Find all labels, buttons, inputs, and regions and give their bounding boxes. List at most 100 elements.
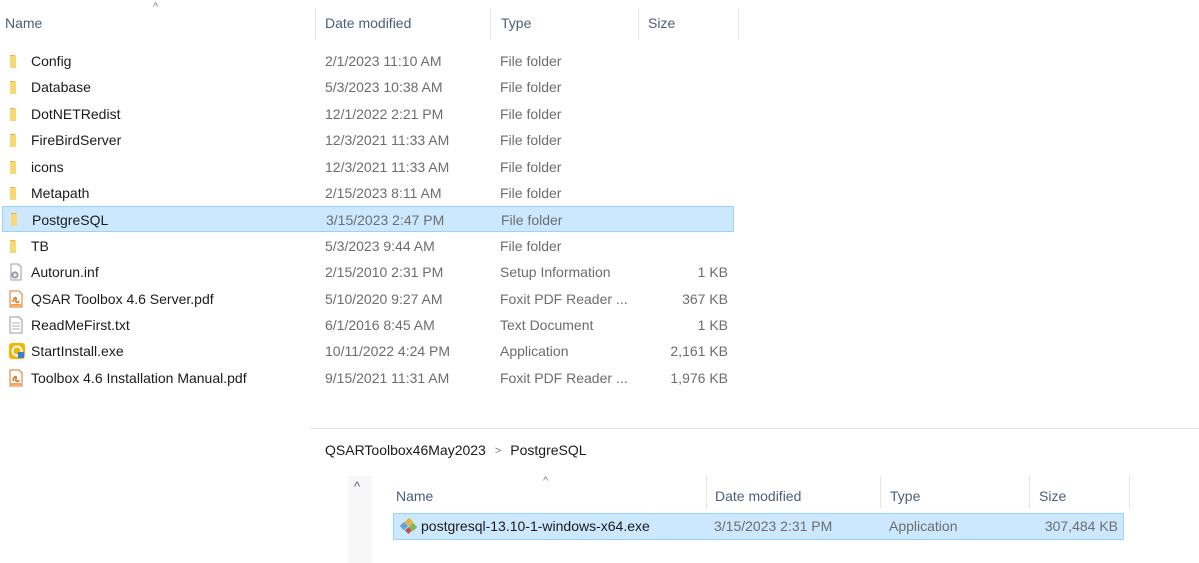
folder-icon	[8, 105, 24, 123]
file-date-modified: 12/1/2022 2:21 PM	[325, 105, 444, 122]
folder-icon	[9, 210, 25, 228]
column-divider[interactable]	[490, 8, 491, 40]
file-size: 1 KB	[697, 317, 728, 333]
setup-info-icon	[8, 263, 24, 281]
file-row[interactable]: TB 5/3/2023 9:44 AM File folder	[0, 233, 734, 259]
folder-icon	[8, 131, 24, 149]
folder-icon	[8, 184, 24, 202]
file-row[interactable]: icons 12/3/2021 11:33 AM File folder	[0, 154, 734, 180]
file-row[interactable]: Toolbox 4.6 Installation Manual.pdf 9/15/…	[0, 365, 734, 391]
column-divider[interactable]	[315, 8, 316, 40]
column-header-size[interactable]: Size	[648, 0, 675, 40]
column-header-name[interactable]: Name	[5, 0, 42, 40]
file-type: File folder	[500, 158, 562, 175]
file-date-modified: 2/15/2023 8:11 AM	[325, 185, 442, 201]
file-type: Application	[500, 343, 569, 360]
column-header-date-modified[interactable]: Date modified	[715, 476, 801, 516]
pdf-icon	[8, 369, 24, 387]
file-type: Foxit PDF Reader ...	[500, 290, 628, 307]
file-row[interactable]: Config 2/1/2023 11:10 AM File folder	[0, 48, 734, 74]
text-document-icon	[8, 316, 24, 334]
file-type: File folder	[500, 185, 562, 201]
breadcrumb-chevron-icon[interactable]: >	[495, 441, 501, 461]
file-name: Config	[31, 53, 72, 69]
file-date-modified: 12/3/2021 11:33 AM	[325, 158, 450, 175]
file-row[interactable]: StartInstall.exe 10/11/2022 4:24 PM Applic…	[0, 338, 734, 364]
column-header-type[interactable]: Type	[890, 476, 920, 516]
file-name: ReadMeFirst.txt	[31, 317, 130, 333]
file-size: 307,484 KB	[1044, 518, 1118, 534]
file-name: Autorun.inf	[31, 264, 99, 281]
column-divider[interactable]	[738, 8, 739, 40]
file-name: icons	[31, 158, 64, 175]
file-date-modified: 5/10/2020 9:27 AM	[325, 290, 443, 307]
file-date-modified: 5/3/2023 9:44 AM	[325, 237, 435, 254]
column-header-type[interactable]: Type	[501, 0, 531, 40]
file-type: File folder	[500, 237, 562, 254]
file-list-pane: ^ Name Date modified Type Size Config 2/1…	[0, 0, 740, 400]
file-row[interactable]: ReadMeFirst.txt 6/1/2016 8:45 AM Text Docu…	[0, 312, 734, 338]
file-date-modified: 2/1/2023 11:10 AM	[325, 53, 442, 69]
breadcrumb-item-current[interactable]: PostgreSQL	[510, 442, 586, 458]
file-row-selected[interactable]: postgresql-13.10-1-windows-x64.exe 3/15/…	[393, 513, 1124, 540]
column-header-name[interactable]: Name	[396, 476, 433, 516]
file-type: File folder	[500, 53, 562, 69]
file-date-modified: 2/15/2010 2:31 PM	[325, 264, 444, 281]
file-type: File folder	[501, 212, 563, 229]
file-row[interactable]: Database 5/3/2023 10:38 AM File folder	[0, 74, 734, 100]
file-row[interactable]: FireBirdServer 12/3/2021 11:33 AM File fol…	[0, 127, 734, 153]
file-row[interactable]: Metapath 2/15/2023 8:11 AM File folder	[0, 180, 734, 206]
column-header-size[interactable]: Size	[1039, 476, 1066, 516]
file-date-modified: 3/15/2023 2:31 PM	[714, 518, 833, 534]
file-name: postgresql-13.10-1-windows-x64.exe	[421, 518, 650, 534]
file-name: TB	[31, 237, 49, 254]
installer-exe-icon	[8, 342, 25, 360]
file-name: DotNETRedist	[31, 105, 121, 122]
folder-icon	[8, 78, 24, 96]
file-row[interactable]: QSAR Toolbox 4.6 Server.pdf 5/10/2020 9:2…	[0, 286, 734, 312]
file-name: FireBirdServer	[31, 132, 122, 149]
file-name: PostgreSQL	[32, 212, 109, 229]
file-type: Text Document	[500, 317, 594, 333]
folder-icon	[8, 237, 24, 255]
file-name: Toolbox 4.6 Installation Manual.pdf	[31, 369, 247, 386]
file-type: Foxit PDF Reader ...	[500, 369, 628, 386]
file-size: 1,976 KB	[670, 369, 728, 386]
column-divider[interactable]	[638, 8, 639, 40]
file-type: File folder	[500, 79, 562, 96]
column-divider[interactable]	[706, 476, 707, 508]
file-size: 2,161 KB	[670, 343, 728, 360]
column-divider[interactable]	[1129, 476, 1130, 508]
pane-divider	[310, 428, 1199, 429]
file-name: QSAR Toolbox 4.6 Server.pdf	[31, 290, 214, 307]
postgresql-installer-icon	[399, 517, 418, 535]
second-explorer-pane: QSARToolbox46May2023 > PostgreSQL ^ ^ Name…	[310, 428, 1199, 563]
file-row-selected[interactable]: PostgreSQL 3/15/2023 2:47 PM File folder	[2, 206, 734, 233]
file-type: Application	[889, 518, 958, 534]
file-name: Database	[31, 79, 91, 96]
file-type: File folder	[500, 105, 562, 122]
sort-ascending-icon: ^	[543, 475, 549, 487]
breadcrumb: QSARToolbox46May2023 > PostgreSQL	[325, 440, 587, 460]
file-date-modified: 12/3/2021 11:33 AM	[325, 132, 450, 149]
breadcrumb-item-root[interactable]: QSARToolbox46May2023	[325, 442, 486, 458]
file-date-modified: 5/3/2023 10:38 AM	[325, 79, 443, 96]
file-date-modified: 10/11/2022 4:24 PM	[325, 343, 451, 360]
column-header-date-modified[interactable]: Date modified	[325, 0, 411, 40]
file-size: 367 KB	[682, 290, 728, 307]
file-date-modified: 3/15/2023 2:47 PM	[326, 212, 445, 229]
file-size: 1 KB	[697, 264, 728, 281]
folder-icon	[8, 158, 24, 176]
file-date-modified: 9/15/2021 11:31 AM	[325, 369, 450, 386]
file-row[interactable]: Autorun.inf 2/15/2010 2:31 PM Setup Inform…	[0, 259, 734, 285]
file-type: Setup Information	[500, 264, 611, 281]
pdf-icon	[8, 290, 24, 308]
column-divider[interactable]	[1029, 476, 1030, 508]
collapse-chevron-icon[interactable]: ^	[354, 480, 360, 494]
file-name: Metapath	[31, 185, 90, 201]
file-type: File folder	[500, 132, 562, 149]
column-divider[interactable]	[880, 476, 881, 508]
folder-icon	[8, 52, 24, 70]
file-name: StartInstall.exe	[31, 343, 124, 360]
file-row[interactable]: DotNETRedist 12/1/2022 2:21 PM File folder	[0, 101, 734, 127]
